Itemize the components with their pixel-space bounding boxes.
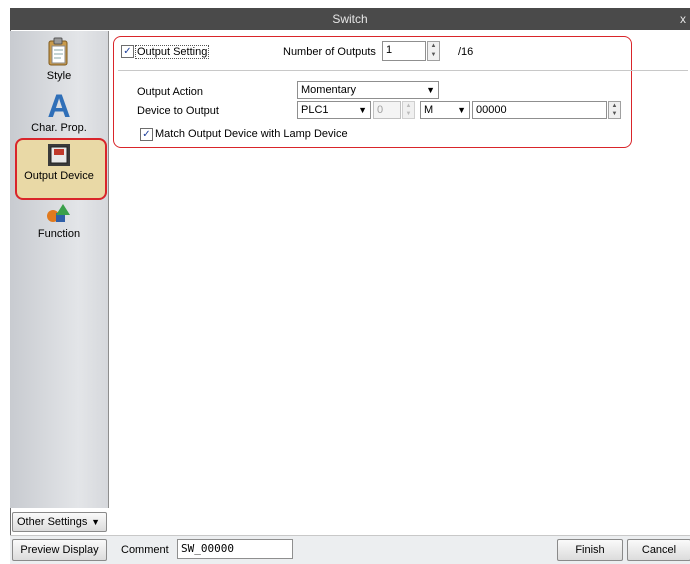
output-action-value: Momentary bbox=[301, 84, 357, 96]
cancel-button[interactable]: Cancel bbox=[627, 539, 690, 561]
svg-text:A: A bbox=[47, 89, 70, 119]
device-type-value: M bbox=[424, 104, 434, 116]
match-device-checkbox[interactable]: ✓ bbox=[140, 128, 153, 141]
output-setting-label: Output Setting bbox=[135, 45, 210, 59]
spin-down-icon: ▼ bbox=[405, 111, 412, 117]
window-title: Switch x bbox=[10, 8, 690, 30]
station-input: 0 bbox=[373, 101, 401, 119]
spin-up-icon: ▲ bbox=[405, 103, 412, 109]
finish-button[interactable]: Finish bbox=[557, 539, 623, 561]
chevron-down-icon: ▼ bbox=[358, 105, 367, 115]
sidebar: Style A Char. Prop. Output Device Functi… bbox=[10, 31, 109, 508]
other-settings-label: Other Settings bbox=[17, 516, 88, 528]
num-outputs-label: Number of Outputs bbox=[283, 46, 376, 58]
close-icon[interactable]: x bbox=[680, 8, 686, 30]
window-titlebar: Switch x bbox=[0, 0, 690, 30]
address-value: 00000 bbox=[476, 104, 507, 116]
address-spinner[interactable]: ▲ ▼ bbox=[608, 101, 621, 119]
sidebar-item-function[interactable]: Function bbox=[10, 203, 108, 240]
sidebar-item-char-prop[interactable]: A Char. Prop. bbox=[10, 88, 108, 134]
spin-down-icon[interactable]: ▼ bbox=[609, 110, 620, 118]
station-spinner: ▲ ▼ bbox=[402, 101, 415, 119]
window-title-text: Switch bbox=[332, 12, 368, 26]
sidebar-item-output-device[interactable]: Output Device bbox=[10, 143, 108, 182]
letter-a-icon: A bbox=[47, 88, 70, 124]
comment-value: SW_00000 bbox=[181, 542, 234, 555]
output-action-label: Output Action bbox=[137, 86, 204, 98]
comment-input[interactable]: SW_00000 bbox=[177, 539, 293, 559]
station-value: 0 bbox=[377, 104, 384, 116]
num-outputs-max: /16 bbox=[458, 46, 474, 58]
comment-label: Comment bbox=[121, 544, 169, 556]
chevron-down-icon: ▼ bbox=[457, 105, 466, 115]
shapes-icon bbox=[47, 204, 70, 222]
num-outputs-input[interactable]: 1 bbox=[382, 41, 426, 61]
switch-icon bbox=[48, 144, 70, 166]
spin-down-icon[interactable]: ▼ bbox=[428, 51, 439, 60]
spin-up-icon[interactable]: ▲ bbox=[428, 42, 439, 51]
sidebar-item-label: Char. Prop. bbox=[31, 122, 87, 134]
device-to-output-label: Device to Output bbox=[137, 105, 219, 117]
preview-display-button[interactable]: Preview Display bbox=[12, 539, 107, 561]
device-type-select[interactable]: M ▼ bbox=[420, 101, 470, 119]
chevron-down-icon: ▼ bbox=[91, 517, 100, 527]
sidebar-item-label: Style bbox=[46, 70, 72, 82]
clipboard-icon bbox=[48, 37, 68, 66]
match-device-label: Match Output Device with Lamp Device bbox=[155, 128, 348, 140]
sidebar-item-label: Function bbox=[37, 228, 81, 240]
spin-up-icon[interactable]: ▲ bbox=[609, 102, 620, 110]
sidebar-item-label: Output Device bbox=[24, 170, 94, 182]
other-settings-button[interactable]: Other Settings ▼ bbox=[12, 512, 107, 532]
chevron-down-icon: ▼ bbox=[426, 85, 435, 95]
address-input[interactable]: 00000 bbox=[472, 101, 607, 119]
num-outputs-spinner[interactable]: ▲ ▼ bbox=[427, 41, 440, 61]
plc-value: PLC1 bbox=[301, 104, 329, 116]
output-action-select[interactable]: Momentary ▼ bbox=[297, 81, 439, 99]
sidebar-item-style[interactable]: Style bbox=[10, 37, 108, 82]
output-setting-checkbox[interactable]: ✓ bbox=[121, 45, 134, 58]
plc-select[interactable]: PLC1 ▼ bbox=[297, 101, 371, 119]
section-divider bbox=[118, 70, 688, 71]
num-outputs-value: 1 bbox=[386, 44, 393, 56]
